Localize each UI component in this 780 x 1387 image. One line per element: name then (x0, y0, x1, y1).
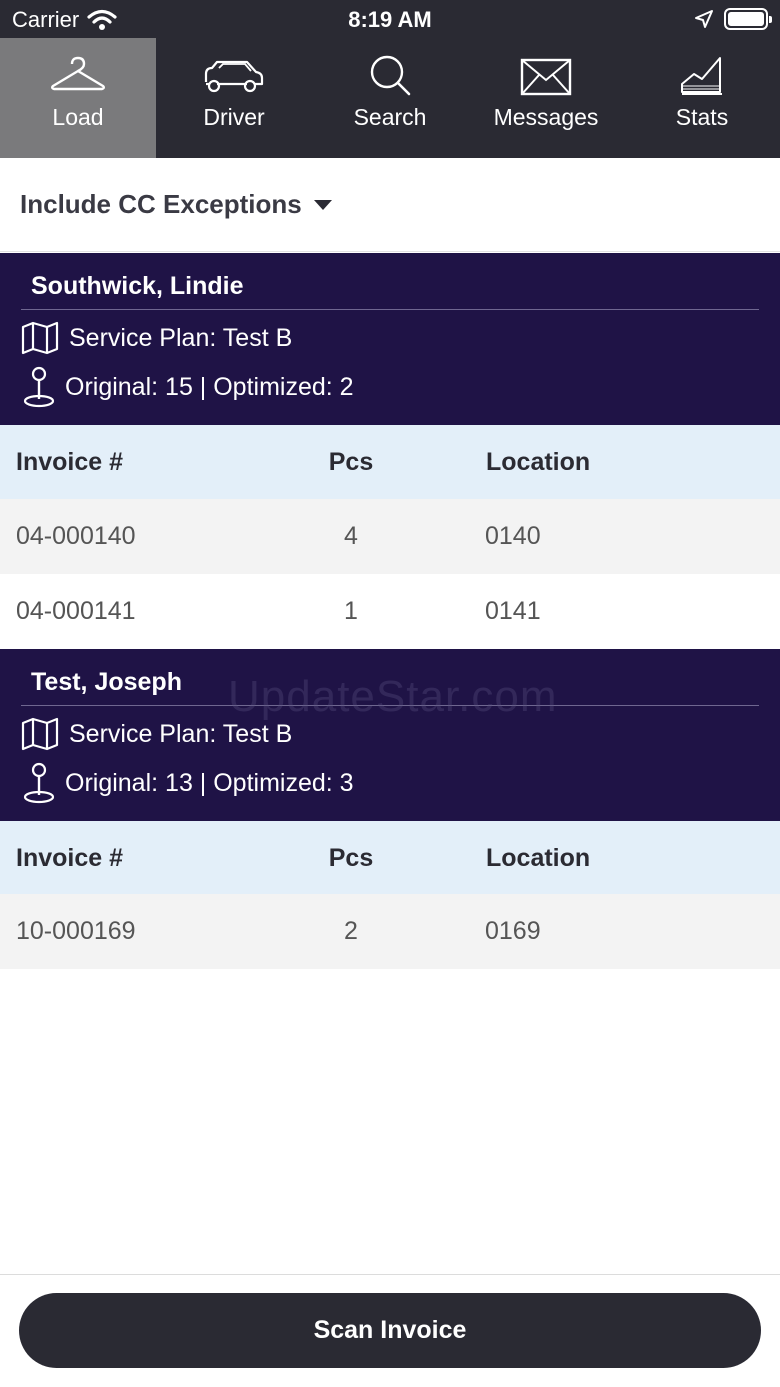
status-bar: Carrier 8:19 AM (0, 0, 780, 38)
tab-search[interactable]: Search (312, 38, 468, 158)
location-arrow-icon (695, 10, 713, 28)
header-pcs: Pcs (328, 843, 374, 872)
tab-messages[interactable]: Messages (468, 38, 624, 158)
customer-header[interactable]: Southwick, Lindie Service Plan: Test B O… (0, 253, 780, 425)
search-icon (370, 55, 411, 96)
pieces-count: 1 (344, 597, 358, 625)
table-row[interactable]: 04-000141 1 0141 (0, 574, 780, 649)
pin-icon (23, 762, 55, 804)
customer-name: Test, Joseph (31, 668, 182, 696)
map-icon (21, 717, 59, 751)
location-code: 0169 (485, 917, 541, 945)
location-code: 0141 (485, 597, 541, 625)
filter-label: Include CC Exceptions (20, 189, 302, 219)
tab-load[interactable]: Load (0, 38, 156, 158)
stop-counts: Original: 15 | Optimized: 2 (65, 372, 354, 401)
stop-counts: Original: 13 | Optimized: 3 (65, 768, 354, 797)
envelope-icon (520, 58, 572, 96)
pin-icon (23, 366, 55, 408)
service-plan: Service Plan: Test B (69, 719, 293, 748)
main-tab-bar: Load Driver Search Messages Stats (0, 38, 780, 158)
caret-down-icon (313, 199, 332, 210)
hanger-icon (51, 56, 105, 91)
invoice-table-header: Invoice # Pcs Location (0, 425, 780, 499)
table-row[interactable]: 04-000140 4 0140 (0, 499, 780, 574)
tab-stats[interactable]: Stats (624, 38, 780, 158)
service-plan: Service Plan: Test B (69, 323, 293, 352)
tab-search-label: Search (353, 104, 427, 130)
pieces-count: 4 (344, 522, 358, 550)
car-icon (204, 60, 264, 93)
clock: 8:19 AM (348, 7, 432, 32)
cc-exceptions-dropdown[interactable]: Include CC Exceptions (0, 158, 780, 252)
map-icon (21, 321, 59, 355)
tab-stats-label: Stats (675, 104, 729, 130)
battery-icon (724, 8, 772, 30)
tab-load-label: Load (52, 104, 104, 130)
tab-driver-label: Driver (203, 104, 265, 130)
invoice-table-header: Invoice # Pcs Location (0, 821, 780, 895)
header-location: Location (486, 447, 591, 476)
table-row[interactable]: 10-000169 2 0169 (0, 894, 780, 969)
header-location: Location (486, 843, 591, 872)
pieces-count: 2 (344, 917, 358, 945)
customer-name: Southwick, Lindie (31, 272, 244, 300)
scan-invoice-button[interactable]: Scan Invoice (19, 1293, 761, 1368)
tab-messages-label: Messages (493, 104, 599, 130)
divider (21, 309, 759, 310)
divider (0, 1274, 780, 1275)
watermark: UpdateStar.com (228, 672, 558, 721)
header-pcs: Pcs (328, 447, 374, 476)
chart-icon (681, 57, 722, 95)
location-code: 0140 (485, 522, 541, 550)
tab-driver[interactable]: Driver (156, 38, 312, 158)
